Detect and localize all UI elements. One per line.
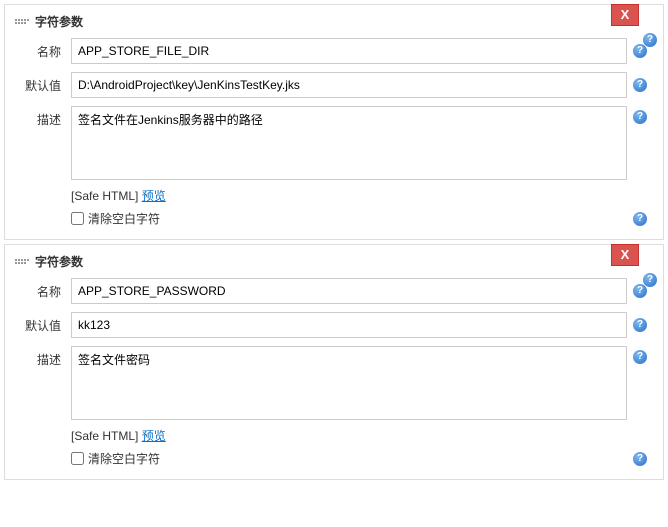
string-parameter-block: X ? 字符参数 名称 ? 默认值 ? 描述 [Safe HTML] 预览 清除… bbox=[4, 4, 664, 240]
description-label: 描述 bbox=[15, 346, 71, 368]
delete-parameter-button[interactable]: X bbox=[611, 244, 639, 266]
default-row: 默认值 ? bbox=[15, 72, 653, 98]
help-icon[interactable]: ? bbox=[633, 284, 647, 298]
help-icon[interactable]: ? bbox=[633, 110, 647, 124]
safe-html-row: [Safe HTML] 预览 bbox=[71, 427, 627, 444]
name-input[interactable] bbox=[71, 278, 627, 304]
help-icon[interactable]: ? bbox=[633, 452, 647, 466]
block-header: 字符参数 bbox=[15, 253, 653, 270]
description-row: 描述 [Safe HTML] 预览 清除空白字符 ? ? bbox=[15, 106, 653, 227]
section-title: 字符参数 bbox=[35, 253, 83, 270]
string-parameter-block: X ? 字符参数 名称 ? 默认值 ? 描述 [Safe HTML] 预览 清除… bbox=[4, 244, 664, 480]
name-label: 名称 bbox=[15, 38, 71, 60]
safe-html-label: [Safe HTML] bbox=[71, 429, 138, 443]
default-label: 默认值 bbox=[15, 72, 71, 94]
default-value-input[interactable] bbox=[71, 72, 627, 98]
trim-label: 清除空白字符 bbox=[88, 210, 160, 227]
description-row: 描述 [Safe HTML] 预览 清除空白字符 ? ? bbox=[15, 346, 653, 467]
name-row: 名称 ? bbox=[15, 278, 653, 304]
trim-checkbox[interactable] bbox=[71, 212, 84, 225]
description-label: 描述 bbox=[15, 106, 71, 128]
name-input[interactable] bbox=[71, 38, 627, 64]
trim-label: 清除空白字符 bbox=[88, 450, 160, 467]
trim-row: 清除空白字符 bbox=[71, 210, 627, 227]
default-row: 默认值 ? bbox=[15, 312, 653, 338]
name-label: 名称 bbox=[15, 278, 71, 300]
help-icon[interactable]: ? bbox=[633, 212, 647, 226]
name-row: 名称 ? bbox=[15, 38, 653, 64]
preview-link[interactable]: 预览 bbox=[142, 189, 166, 203]
trim-checkbox[interactable] bbox=[71, 452, 84, 465]
default-label: 默认值 bbox=[15, 312, 71, 334]
section-title: 字符参数 bbox=[35, 13, 83, 30]
help-icon[interactable]: ? bbox=[633, 44, 647, 58]
help-icon[interactable]: ? bbox=[633, 350, 647, 364]
safe-html-label: [Safe HTML] bbox=[71, 189, 138, 203]
drag-handle-icon[interactable] bbox=[15, 15, 29, 29]
help-icon[interactable]: ? bbox=[633, 318, 647, 332]
description-textarea[interactable] bbox=[71, 106, 627, 180]
block-header: 字符参数 bbox=[15, 13, 653, 30]
help-icon[interactable]: ? bbox=[633, 78, 647, 92]
delete-parameter-button[interactable]: X bbox=[611, 4, 639, 26]
description-textarea[interactable] bbox=[71, 346, 627, 420]
default-value-input[interactable] bbox=[71, 312, 627, 338]
trim-row: 清除空白字符 bbox=[71, 450, 627, 467]
safe-html-row: [Safe HTML] 预览 bbox=[71, 187, 627, 204]
preview-link[interactable]: 预览 bbox=[142, 429, 166, 443]
drag-handle-icon[interactable] bbox=[15, 255, 29, 269]
